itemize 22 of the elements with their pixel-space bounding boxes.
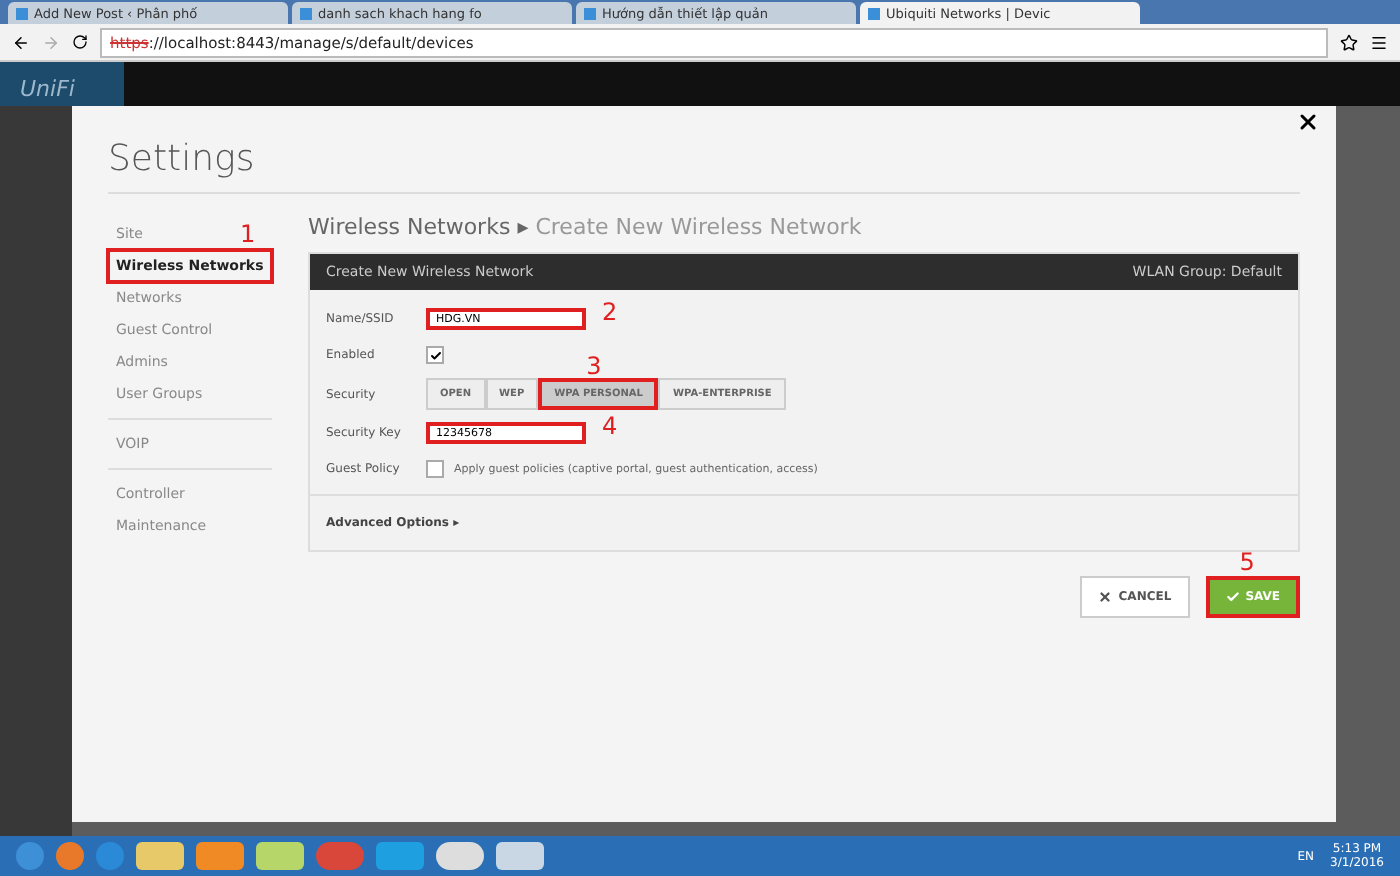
close-icon: [1098, 590, 1113, 604]
menu-icon[interactable]: [1370, 33, 1388, 51]
bookmark-icon[interactable]: [1340, 33, 1358, 51]
annotation-number: 3: [586, 354, 602, 378]
annotation-number: 4: [602, 414, 618, 438]
check-icon: [1225, 590, 1240, 604]
annotation-number: 2: [602, 300, 618, 324]
breadcrumb: Wireless Networks ▸ Create New Wireless Network: [308, 212, 864, 244]
app-logo: UniFi: [0, 62, 124, 106]
checkbox[interactable]: [426, 346, 444, 364]
forward-icon[interactable]: [42, 33, 60, 51]
favicon-icon: [300, 7, 312, 19]
favicon-icon: [868, 7, 880, 19]
back-icon[interactable]: [12, 33, 30, 51]
annotation-number: 1: [240, 222, 256, 246]
annotation-number: 5: [1239, 550, 1255, 574]
close-button[interactable]: [1296, 110, 1320, 134]
favicon-icon: [584, 7, 596, 19]
reload-icon[interactable]: [72, 34, 88, 50]
checkbox[interactable]: [426, 460, 444, 478]
dialog-title: Settings: [108, 106, 1300, 194]
favicon-icon: [16, 7, 28, 19]
